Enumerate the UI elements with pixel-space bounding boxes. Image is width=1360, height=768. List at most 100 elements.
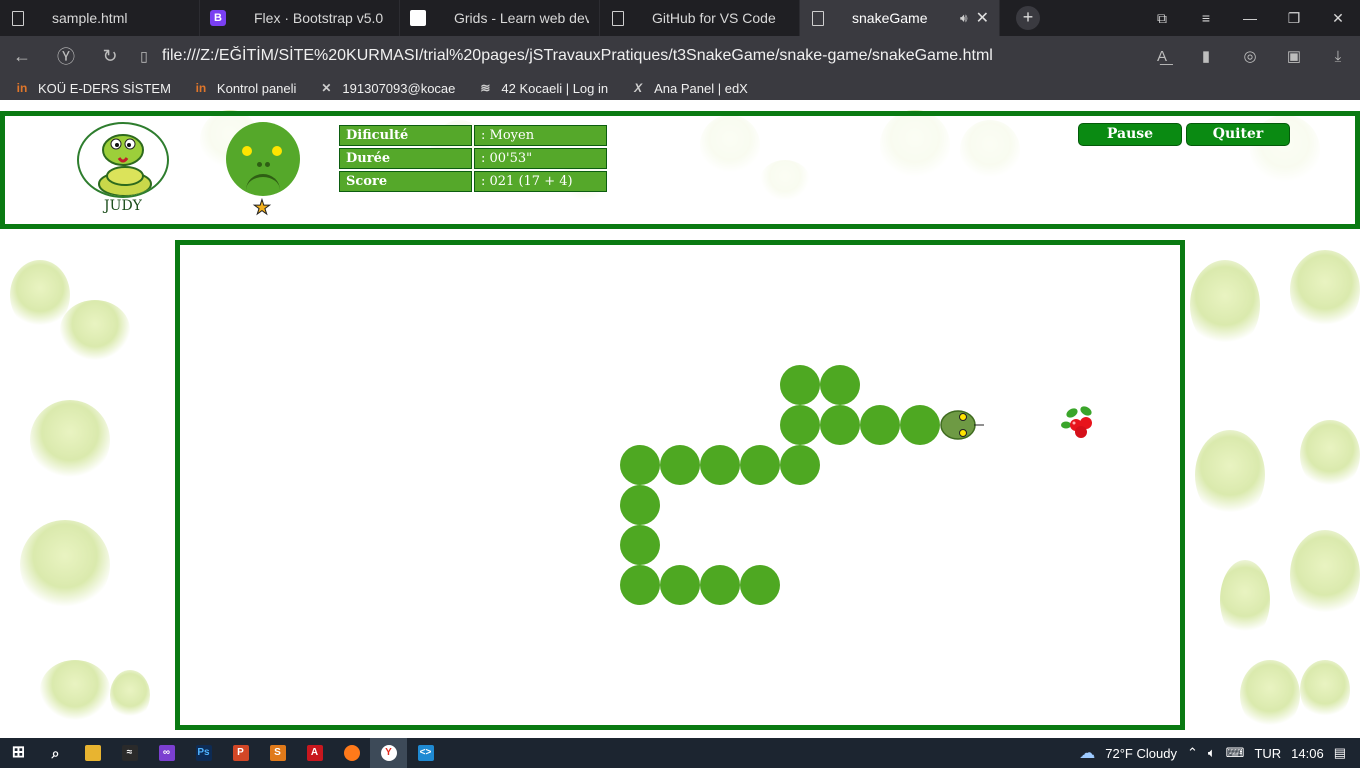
collections-icon[interactable]: ⧉ [1140, 0, 1184, 36]
minimize-button[interactable]: — [1228, 0, 1272, 36]
bookmark-label: 42 Kocaeli | Log in [501, 80, 609, 96]
taskbar-file-explorer[interactable] [74, 738, 111, 768]
shield-icon[interactable]: ◎ [1228, 47, 1272, 65]
nostril-icon [257, 162, 262, 167]
mail-icon: ✕ [321, 81, 332, 95]
url-field[interactable]: file:///Z:/EĞİTİM/SİTE%20KURMASI/trial%2… [162, 47, 993, 65]
snake-segment [660, 445, 700, 485]
cartoon-snake-decoration [30, 400, 110, 480]
address-bar: ← Ⓨ ↻ ▯ file:///Z:/EĞİTİM/SİTE%20KURMASI… [0, 36, 1360, 76]
close-window-button[interactable]: ✕ [1316, 0, 1360, 36]
keyboard-icon[interactable]: ⌨ [1226, 745, 1245, 761]
bookmark-icon[interactable]: ▮ [1184, 47, 1228, 65]
snake-segment [780, 405, 820, 445]
snake-segment [700, 445, 740, 485]
translate-icon[interactable]: A͟ [1140, 48, 1184, 65]
yandex-icon: Y [380, 745, 397, 761]
cartoon-snake-decoration [40, 660, 110, 720]
snake-segment [820, 365, 860, 405]
bookmark-mail[interactable]: ✕ 191307093@kocae [318, 81, 455, 96]
weather-text[interactable]: 72°F Cloudy [1105, 746, 1177, 761]
taskbar-sublime[interactable]: S [259, 738, 296, 768]
extensions-icon[interactable]: ▣ [1272, 47, 1316, 65]
kou-icon: in [16, 81, 28, 95]
bookmark-edx[interactable]: X Ana Panel | edX [630, 81, 748, 96]
new-tab-button[interactable]: + [1016, 6, 1040, 30]
firefox-icon [343, 745, 360, 761]
folder-icon [84, 745, 101, 761]
taskbar-vscode[interactable]: <> [407, 738, 444, 768]
search-button[interactable]: ⌕ [37, 738, 74, 768]
start-button[interactable]: ⊞ [0, 738, 37, 768]
bookmarks-bar: in KOÜ E-DERS SİSTEM in Kontrol paneli ✕… [0, 76, 1360, 100]
bookmark-kontrol-paneli[interactable]: in Kontrol paneli [193, 81, 297, 96]
yandex-icon[interactable]: Ⓨ [44, 43, 88, 69]
cartoon-snake-decoration [1190, 260, 1260, 350]
taskbar-visual-studio[interactable]: ∞ [148, 738, 185, 768]
taskbar-photoshop[interactable]: Ps [185, 738, 222, 768]
cartoon-snake-decoration [1240, 660, 1300, 730]
vscode-icon: <> [417, 745, 434, 761]
reload-icon[interactable]: ↻ [88, 46, 132, 67]
quit-button[interactable]: Quiter [1186, 123, 1290, 146]
berry-food-icon [1061, 406, 1092, 438]
cartoon-snake-decoration [1195, 430, 1265, 520]
taskbar-powerpoint[interactable]: P [222, 738, 259, 768]
taskbar-acrobat[interactable]: A [296, 738, 333, 768]
close-tab-icon[interactable]: ✕ [976, 8, 989, 28]
cartoon-snake-decoration [1300, 420, 1360, 490]
back-icon[interactable]: ← [0, 46, 44, 67]
snake-segment [900, 405, 940, 445]
photoshop-icon: Ps [195, 745, 212, 761]
sad-snake-face-icon [226, 122, 300, 196]
pause-button[interactable]: Pause [1078, 123, 1182, 146]
taskbar-app[interactable]: ≈ [111, 738, 148, 768]
snake-game-page: JUDY ★ Dificulté : Moyen Durée : 00'53" … [0, 100, 1360, 738]
acrobat-icon: A [306, 745, 323, 761]
tab-sample-html[interactable]: sample.html [0, 0, 200, 36]
nostril-icon [265, 162, 270, 167]
snake-head-icon [940, 410, 984, 440]
visual-studio-icon: ∞ [158, 745, 175, 761]
tab-mdn-grids[interactable]: Grids - Learn web developr [400, 0, 600, 36]
tab-bootstrap-flex[interactable]: B Flex · Bootstrap v5.0 [200, 0, 400, 36]
bookmark-42-kocaeli[interactable]: ≋ 42 Kocaeli | Log in [477, 81, 608, 96]
stat-row-difficulty: Dificulté : Moyen [339, 125, 607, 146]
taskbar-yandex-browser[interactable]: Y [370, 738, 407, 768]
cartoon-snake-decoration [1300, 660, 1350, 720]
star-icon: ★ [253, 197, 272, 219]
menu-icon[interactable]: ≡ [1184, 0, 1228, 36]
system-tray: ☁ 72°F Cloudy ⌃ 🔈︎ ⌨ TUR 14:06 ▤ [1079, 738, 1360, 768]
cartoon-snake-decoration [1290, 530, 1360, 620]
stat-row-duration: Durée : 00'53" [339, 148, 607, 169]
volume-icon[interactable]: 🔈︎ [1208, 745, 1216, 761]
snake-segment [620, 565, 660, 605]
snake-segment [780, 365, 820, 405]
cloud-icon: ☁ [1079, 745, 1096, 762]
snake-segment [740, 445, 780, 485]
clock[interactable]: 14:06 [1291, 746, 1324, 761]
kou-icon: in [195, 81, 207, 95]
game-header: JUDY ★ Dificulté : Moyen Durée : 00'53" … [0, 111, 1360, 229]
windows-icon: ⊞ [11, 744, 26, 761]
tab-github-vscode[interactable]: GitHub for VS Code [600, 0, 800, 36]
language-indicator[interactable]: TUR [1254, 746, 1281, 761]
snake-avatar-icon [98, 134, 152, 196]
speaker-icon[interactable]: 🔊︎ [960, 11, 968, 26]
stat-row-score: Score : 021 (17 + 4) [339, 171, 607, 192]
notifications-icon[interactable]: ▤ [1334, 745, 1346, 761]
taskbar-firefox[interactable] [333, 738, 370, 768]
restore-button[interactable]: ❐ [1272, 0, 1316, 36]
player-name: JUDY [104, 198, 142, 214]
game-board[interactable] [175, 240, 1185, 730]
snake-segment [740, 565, 780, 605]
chevron-up-icon[interactable]: ⌃ [1187, 745, 1198, 761]
page-info-icon[interactable]: ▯ [132, 48, 156, 65]
cartoon-snake-decoration [110, 670, 150, 720]
download-icon[interactable]: ⤓ [1316, 48, 1360, 65]
window-controls: ⧉ ≡ — ❐ ✕ [1140, 0, 1360, 36]
bookmark-kou-eders[interactable]: in KOÜ E-DERS SİSTEM [14, 81, 171, 96]
snake-segment [660, 565, 700, 605]
tab-snake-game[interactable]: snakeGame 🔊︎ ✕ [800, 0, 1000, 36]
stat-value: : 021 (17 + 4) [474, 171, 607, 192]
